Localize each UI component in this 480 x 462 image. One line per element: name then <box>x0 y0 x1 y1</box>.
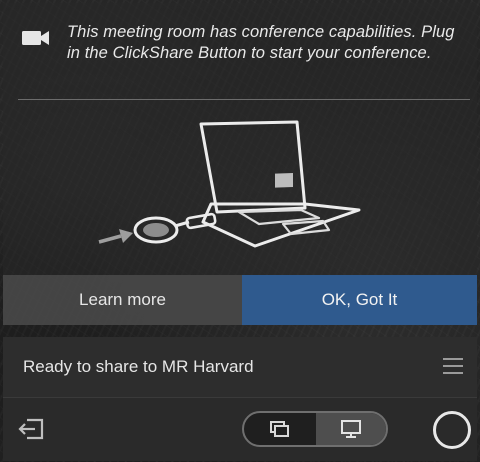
ok-got-it-button[interactable]: OK, Got It <box>242 275 477 325</box>
desktop-share-icon <box>341 420 361 438</box>
video-camera-icon <box>22 31 49 45</box>
notification-message: This meeting room has conference capabil… <box>67 23 455 62</box>
exit-icon[interactable] <box>18 416 46 442</box>
notification-actions: Learn more OK, Got It <box>3 275 477 325</box>
circle-button-icon[interactable] <box>433 411 471 449</box>
share-mode-toggle <box>242 411 388 447</box>
bottom-toolbar <box>3 397 477 461</box>
window-share-icon <box>270 421 289 437</box>
share-status-text: Ready to share to MR Harvard <box>23 357 254 376</box>
notification-divider <box>18 99 470 100</box>
laptop-clickshare-illustration <box>98 120 361 248</box>
notification-header: This meeting room has conference capabil… <box>3 3 477 99</box>
window-share-option[interactable] <box>244 413 316 445</box>
desktop-share-option[interactable] <box>316 413 386 445</box>
app-window: This meeting room has conference capabil… <box>0 0 480 462</box>
learn-more-button[interactable]: Learn more <box>3 275 242 325</box>
arrow-icon <box>98 229 133 244</box>
laptop-screen-shape <box>199 120 307 214</box>
conference-notification-card: This meeting room has conference capabil… <box>3 3 477 325</box>
share-status-bar: Ready to share to MR Harvard <box>3 337 477 397</box>
hamburger-menu-icon[interactable] <box>443 358 463 374</box>
